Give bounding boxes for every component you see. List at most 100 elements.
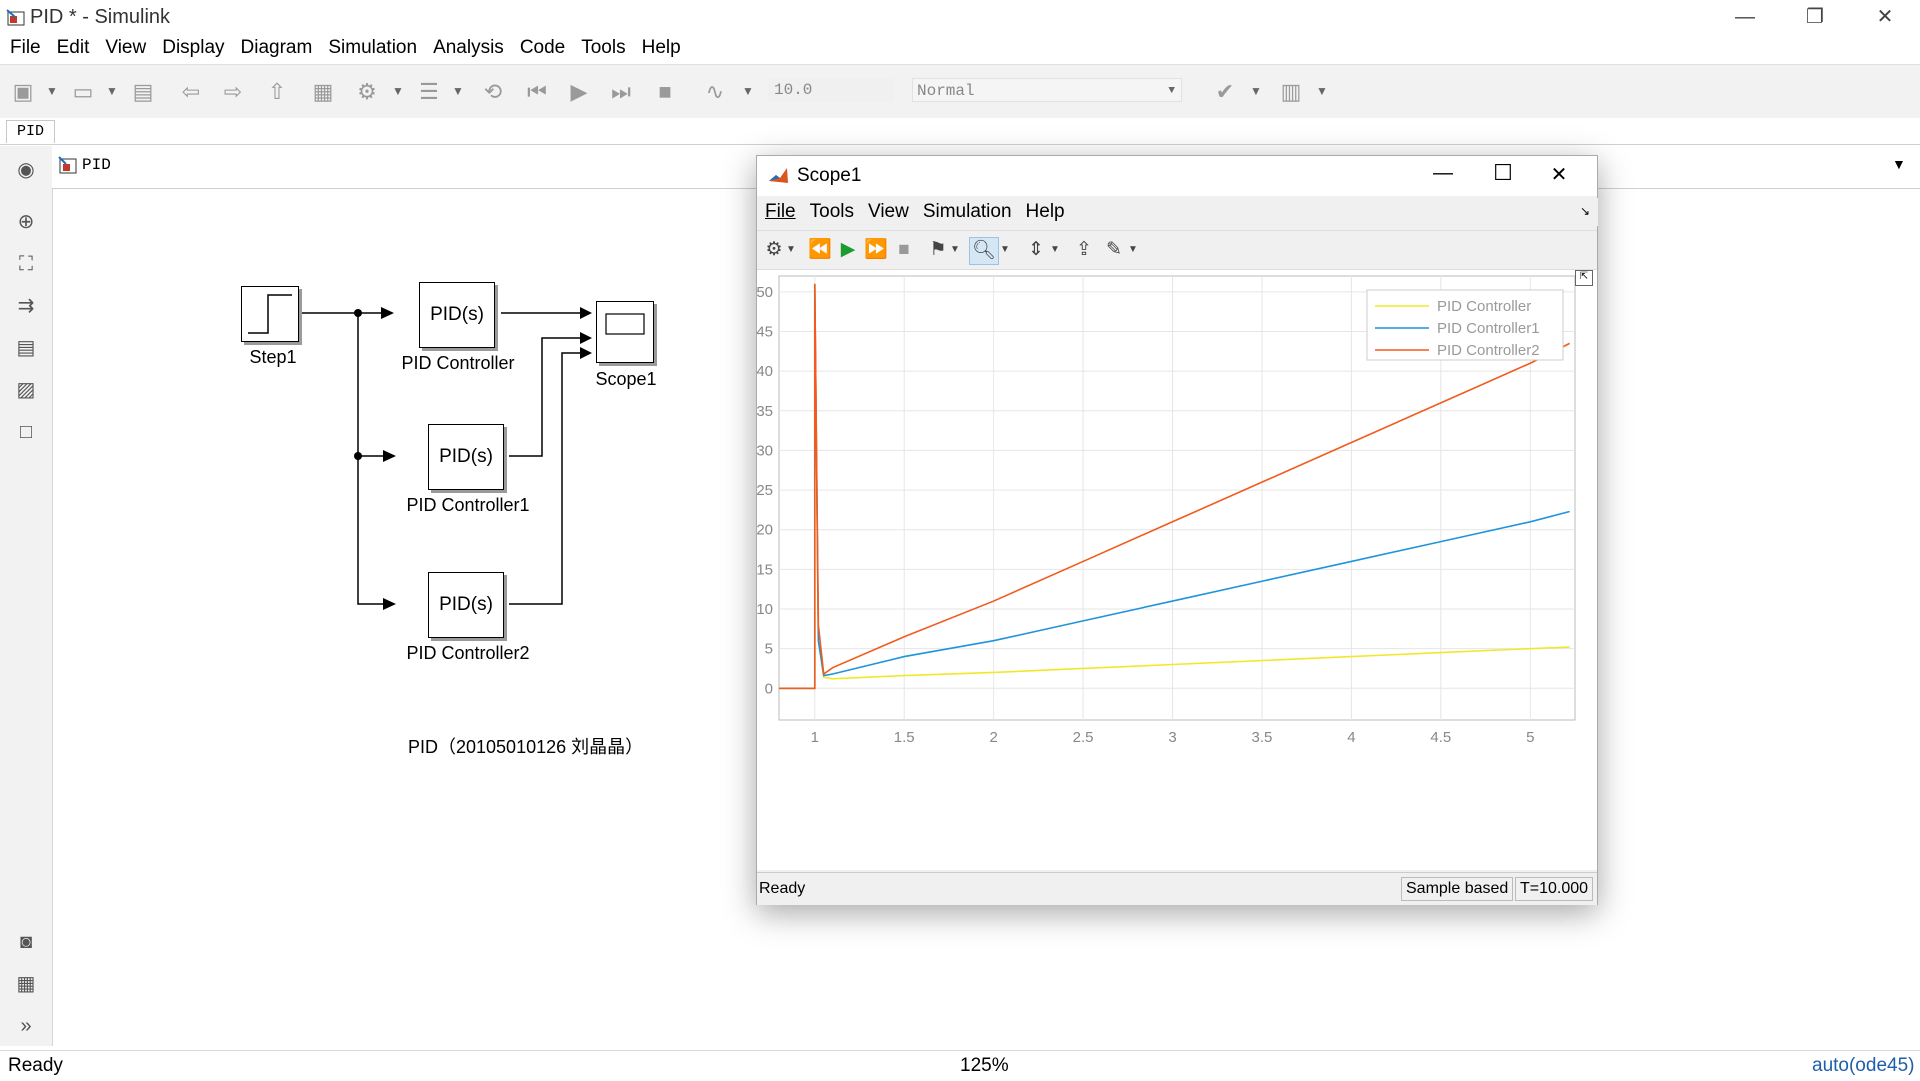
zoom-in-icon[interactable]: ⊕: [12, 208, 40, 236]
sample-mode-indicator: Sample based: [1401, 877, 1514, 901]
scope-status-text: Ready: [759, 880, 806, 897]
image-icon[interactable]: ▨: [12, 376, 40, 404]
menu-tools[interactable]: Tools: [573, 34, 633, 62]
step-back-icon[interactable]: ⏮: [522, 77, 552, 107]
model-advisor-icon[interactable]: ✔: [1210, 77, 1240, 107]
zoom-dropdown-icon[interactable]: ▼: [999, 237, 1011, 263]
scope-menu-help[interactable]: Help: [1019, 198, 1072, 226]
pid-controller2-block[interactable]: PID(s): [428, 572, 504, 638]
status-bar: Ready 125% auto(ode45): [0, 1050, 1920, 1081]
back-arrow-icon[interactable]: ⇦: [176, 77, 206, 107]
new-dropdown-icon[interactable]: ▼: [46, 81, 58, 101]
new-model-icon[interactable]: ▣: [8, 77, 38, 107]
x-tick-label: 4: [1347, 729, 1355, 746]
model-explorer-icon[interactable]: ☰: [414, 77, 444, 107]
step-block[interactable]: [241, 286, 299, 342]
scope-menu-tools[interactable]: Tools: [803, 198, 861, 226]
scope-menu-file[interactable]: File: [758, 198, 803, 226]
scope-menu-view[interactable]: View: [861, 198, 916, 226]
settings-gear-icon[interactable]: ⚙: [352, 77, 382, 107]
scope-close-button[interactable]: ✕: [1537, 162, 1581, 187]
stop-time-field[interactable]: 10.0: [768, 78, 894, 102]
data-inspector-icon[interactable]: ∿: [700, 77, 730, 107]
step-forward-icon[interactable]: ⏩: [863, 237, 889, 263]
dock-arrow-icon[interactable]: ↘: [1580, 204, 1590, 218]
palette-sidebar: ◉ ⊕ ⛶ ⇉ ▤ ▨ □ ◙ ▦ »: [0, 146, 53, 1046]
minimize-button[interactable]: —: [1710, 0, 1780, 34]
settings-dropdown-icon[interactable]: ▼: [392, 81, 404, 101]
highlight-dropdown-icon[interactable]: ▼: [949, 237, 961, 263]
menu-file[interactable]: File: [2, 34, 49, 62]
scope-toolbar: ⚙ ▼ ⏪ ▶ ⏩ ■ ⚑ ▼ 🔍︎ ▼ ⇕ ▼ ⇪ ✎ ▼: [757, 230, 1597, 270]
menu-edit[interactable]: Edit: [49, 34, 98, 62]
autoscale-dropdown-icon[interactable]: ▼: [1049, 237, 1061, 263]
forward-arrow-icon[interactable]: ⇨: [218, 77, 248, 107]
annotation-icon[interactable]: ▤: [12, 334, 40, 362]
scope-settings-gear-icon[interactable]: ⚙: [761, 237, 787, 263]
inspector-dropdown-icon[interactable]: ▼: [742, 81, 754, 101]
highlight-signal-icon[interactable]: ⚑: [925, 237, 951, 263]
stop-icon[interactable]: ■: [650, 77, 680, 107]
menu-view[interactable]: View: [97, 34, 154, 62]
model-browser-icon[interactable]: ▦: [12, 970, 40, 998]
fit-view-icon[interactable]: ⛶: [12, 250, 40, 278]
arrows-icon[interactable]: ⇉: [12, 292, 40, 320]
close-button[interactable]: ✕: [1850, 0, 1920, 34]
menu-simulation[interactable]: Simulation: [320, 34, 425, 62]
legend-entry: PID Controller1: [1437, 320, 1540, 337]
breadcrumb[interactable]: PID: [82, 156, 111, 174]
legend-entry: PID Controller2: [1437, 342, 1540, 359]
step-forward-icon[interactable]: ⏭: [606, 77, 636, 107]
camera-icon[interactable]: ◙: [12, 928, 40, 956]
build-icon[interactable]: ▥: [1276, 77, 1306, 107]
step-back-icon[interactable]: ⏪: [807, 237, 833, 263]
measurements-dropdown-icon[interactable]: ▼: [1127, 237, 1139, 263]
simulink-logo-icon: [6, 9, 25, 26]
autoscale-icon[interactable]: ⇕: [1023, 237, 1049, 263]
area-icon[interactable]: □: [12, 418, 40, 446]
scope-chart[interactable]: 1 1.5 2 2.5 3 3.5 4 4.5 505101520253035404550PID…: [756, 270, 1597, 870]
zoom-icon[interactable]: 🔍︎: [969, 237, 999, 265]
simulation-mode-select[interactable]: Normal ▼: [912, 78, 1182, 102]
model-annotation[interactable]: PID（20105010126 刘晶晶）: [408, 733, 708, 759]
restore-button[interactable]: ❐: [1780, 0, 1850, 34]
hide-browser-icon[interactable]: ◉: [12, 156, 40, 184]
solver-link[interactable]: auto(ode45): [1812, 1055, 1914, 1077]
up-arrow-icon[interactable]: ⇧: [262, 77, 292, 107]
x-tick-label: 4.5: [1430, 729, 1451, 746]
advisor-dropdown-icon[interactable]: ▼: [1250, 81, 1262, 101]
tab-pid[interactable]: PID: [6, 120, 56, 143]
run-icon[interactable]: ▶: [835, 237, 861, 263]
x-tick-label: 1.5: [894, 729, 915, 746]
settings-dropdown-icon[interactable]: ▼: [785, 237, 797, 263]
measurements-icon[interactable]: ✎: [1101, 237, 1127, 263]
scope-block[interactable]: [596, 301, 654, 363]
pid-controller1-block[interactable]: PID(s): [428, 424, 504, 490]
run-icon[interactable]: ▶: [564, 77, 594, 107]
trigger-icon[interactable]: ⇪: [1071, 237, 1097, 263]
menu-display[interactable]: Display: [154, 34, 232, 62]
pid-controller-block[interactable]: PID(s): [419, 282, 495, 348]
stop-icon[interactable]: ■: [891, 237, 917, 263]
open-dropdown-icon[interactable]: ▼: [106, 81, 118, 101]
scope-menu-simulation[interactable]: Simulation: [916, 198, 1019, 226]
scope-screen-icon: [605, 313, 645, 335]
menu-help[interactable]: Help: [634, 34, 689, 62]
scope-plot-area[interactable]: 1 1.5 2 2.5 3 3.5 4 4.5 5 0 5 10 15 20 25 30 35 40 45 50 PID…: [756, 270, 1597, 870]
expand-icon[interactable]: »: [12, 1012, 40, 1040]
open-folder-icon[interactable]: ▭: [68, 77, 98, 107]
menu-code[interactable]: Code: [512, 34, 573, 62]
scope-maximize-button[interactable]: ☐: [1483, 160, 1523, 186]
save-icon[interactable]: ▤: [128, 77, 158, 107]
explorer-dropdown-icon[interactable]: ▼: [452, 81, 464, 101]
scope-minimize-button[interactable]: —: [1423, 162, 1463, 185]
y-tick-label: 30: [757, 442, 773, 459]
matlab-logo-icon: [769, 168, 788, 183]
address-dropdown-icon[interactable]: ▼: [1892, 156, 1906, 172]
library-browser-icon[interactable]: ▦: [308, 77, 338, 107]
update-diagram-icon[interactable]: ⟲: [478, 77, 508, 107]
menu-analysis[interactable]: Analysis: [425, 34, 512, 62]
undock-axes-icon[interactable]: ⇱: [1575, 270, 1593, 286]
menu-diagram[interactable]: Diagram: [233, 34, 321, 62]
build-dropdown-icon[interactable]: ▼: [1316, 81, 1328, 101]
